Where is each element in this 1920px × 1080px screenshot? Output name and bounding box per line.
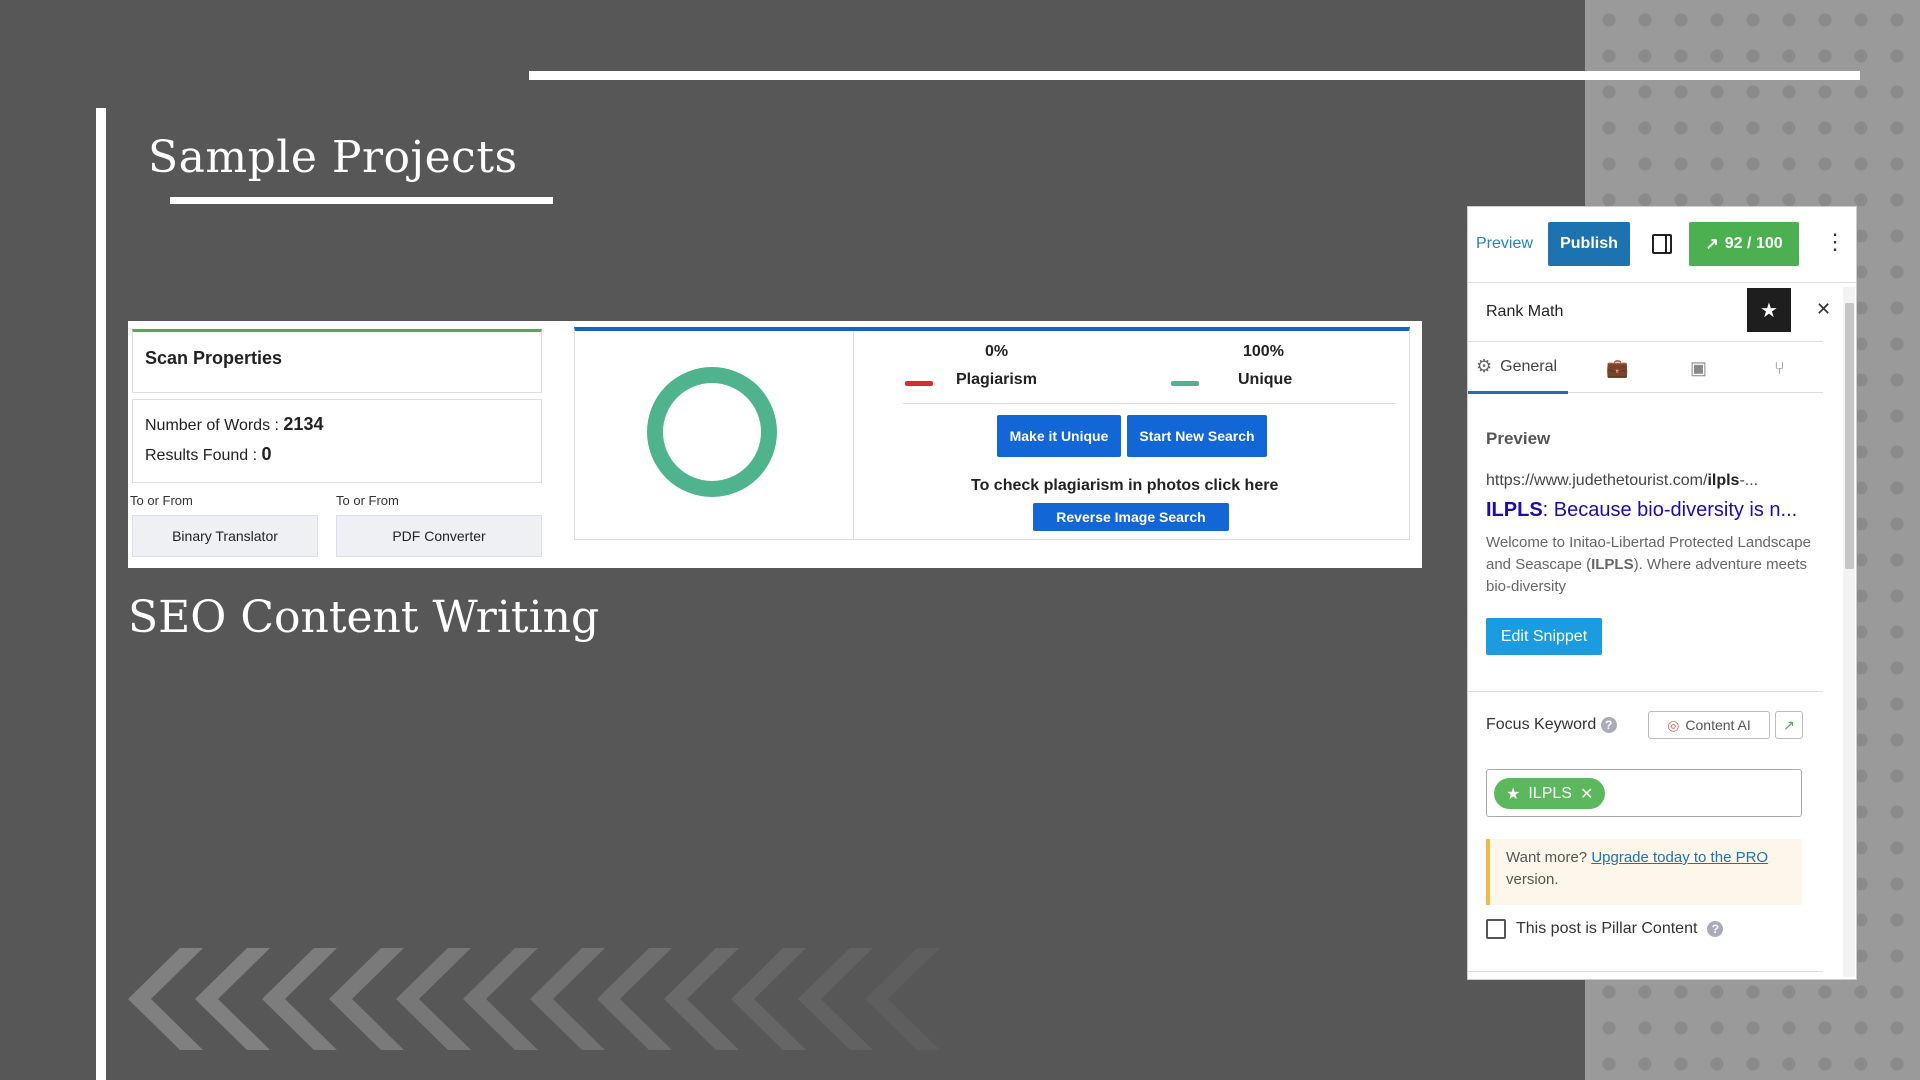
chevron-left-icon bbox=[731, 948, 806, 1050]
keyword-tag[interactable]: ★ ILPLS ✕ bbox=[1494, 778, 1606, 809]
content-ai-icon: ◎ bbox=[1667, 716, 1680, 733]
upgrade-pre-text: Want more? bbox=[1506, 849, 1592, 866]
focus-keyword-text: Focus Keyword bbox=[1486, 716, 1597, 733]
results-found: Results Found : 0 bbox=[145, 444, 272, 465]
star-icon[interactable]: ★ bbox=[1747, 288, 1791, 332]
snippet-title-rest: : Because bio-diversity is n... bbox=[1542, 499, 1798, 521]
results-value: 0 bbox=[261, 444, 272, 464]
snippet-title: ILPLS: Because bio-diversity is n... bbox=[1486, 499, 1797, 522]
chevron-left-icon bbox=[329, 948, 404, 1050]
upgrade-link[interactable]: Upgrade today to the PRO bbox=[1591, 849, 1768, 866]
help-icon[interactable]: ? bbox=[1600, 716, 1617, 733]
content-ai-label: Content AI bbox=[1685, 717, 1751, 733]
schema-icon[interactable]: ⑂ bbox=[1774, 342, 1785, 394]
preview-link[interactable]: Preview bbox=[1476, 235, 1533, 253]
edit-snippet-button[interactable]: Edit Snippet bbox=[1486, 618, 1602, 655]
focus-keyword-label: Focus Keyword ? bbox=[1486, 716, 1617, 734]
slide-subtitle: SEO Content Writing bbox=[128, 592, 600, 643]
tab-general-label: General bbox=[1500, 357, 1558, 375]
pdf-converter-button[interactable]: PDF Converter bbox=[336, 515, 542, 557]
editor-toolbar: Preview Publish ↗ 92 / 100 ⋮ bbox=[1468, 207, 1856, 283]
chevron-left-icon bbox=[195, 948, 270, 1050]
plagiarism-label: Plagiarism bbox=[956, 371, 1037, 388]
pillar-content-label: This post is Pillar Content bbox=[1516, 920, 1698, 937]
scan-properties-title: Scan Properties bbox=[145, 348, 283, 368]
left-accent-bar bbox=[96, 108, 106, 1080]
to-from-label-2: To or From bbox=[336, 493, 399, 508]
chevron-left-icon bbox=[664, 948, 739, 1050]
uniqueness-donut-chart bbox=[647, 367, 777, 497]
words-count: Number of Words : 2134 bbox=[145, 414, 323, 435]
preview-heading: Preview bbox=[1486, 429, 1551, 448]
desc-keyword: ILPLS bbox=[1591, 556, 1634, 573]
snippet-title-keyword: ILPLS bbox=[1486, 499, 1543, 521]
chevron-left-icon bbox=[865, 948, 940, 1050]
upgrade-notice: Want more? Upgrade today to the PRO vers… bbox=[1486, 839, 1802, 905]
scan-properties-box: Scan Properties bbox=[132, 329, 542, 393]
snippet-description: Welcome to Initao-Libertad Protected Lan… bbox=[1486, 532, 1811, 598]
reverse-image-search-button[interactable]: Reverse Image Search bbox=[1033, 503, 1229, 531]
keyword-tag-label: ILPLS bbox=[1528, 784, 1572, 802]
make-it-unique-button[interactable]: Make it Unique bbox=[997, 415, 1121, 457]
title-underline bbox=[170, 197, 553, 204]
panel-tabs: ⚙ General 💼 ▣ ⑂ bbox=[1468, 341, 1823, 394]
star-icon: ★ bbox=[1506, 785, 1521, 803]
chevron-left-icon bbox=[396, 948, 471, 1050]
url-slug: ilpls bbox=[1707, 472, 1740, 489]
publish-button[interactable]: Publish bbox=[1548, 222, 1630, 266]
section-divider bbox=[1468, 691, 1823, 692]
panel-title: Rank Math bbox=[1486, 303, 1564, 320]
unique-label: Unique bbox=[1238, 371, 1293, 388]
plagiarism-legend-swatch bbox=[905, 381, 933, 386]
plagiarism-percent: 0% bbox=[985, 343, 1009, 360]
results-divider bbox=[853, 331, 854, 540]
to-from-label-1: To or From bbox=[130, 493, 193, 508]
content-ai-button[interactable]: ◎ Content AI bbox=[1648, 711, 1770, 739]
pillar-content-checkbox[interactable] bbox=[1486, 919, 1506, 939]
chevron-left-icon bbox=[798, 948, 873, 1050]
unique-percent: 100% bbox=[1243, 343, 1284, 360]
trends-icon[interactable]: ↗ bbox=[1775, 711, 1803, 739]
plagiarism-scan-card: Scan Properties Number of Words : 2134 R… bbox=[128, 321, 1422, 568]
close-icon[interactable]: ✕ bbox=[1816, 299, 1831, 320]
chevron-left-icon bbox=[463, 948, 538, 1050]
slide-title: Sample Projects bbox=[148, 132, 518, 183]
words-value: 2134 bbox=[283, 414, 324, 434]
social-image-icon[interactable]: ▣ bbox=[1690, 342, 1707, 394]
remove-keyword-icon[interactable]: ✕ bbox=[1580, 784, 1593, 804]
start-new-search-button[interactable]: Start New Search bbox=[1127, 415, 1267, 457]
more-options-icon[interactable]: ⋮ bbox=[1824, 231, 1846, 253]
words-label: Number of Words : bbox=[145, 417, 279, 434]
sidebar-toggle-icon[interactable] bbox=[1652, 234, 1672, 254]
seo-score-value: 92 / 100 bbox=[1724, 235, 1783, 252]
briefcase-icon[interactable]: 💼 bbox=[1606, 342, 1628, 394]
seo-score-button[interactable]: ↗ 92 / 100 bbox=[1689, 222, 1799, 266]
upgrade-post-text: version. bbox=[1506, 871, 1559, 888]
trend-up-icon: ↗ bbox=[1705, 236, 1719, 253]
url-suffix: -... bbox=[1739, 472, 1759, 489]
snippet-url: https://www.judethetourist.com/ilpls-... bbox=[1486, 472, 1758, 490]
top-accent-line bbox=[529, 71, 1860, 80]
scrollbar-thumb[interactable] bbox=[1845, 303, 1854, 569]
scan-stats-box: Number of Words : 2134 Results Found : 0 bbox=[132, 399, 542, 483]
bottom-divider bbox=[1468, 971, 1823, 972]
tab-general[interactable]: ⚙ General bbox=[1468, 342, 1568, 394]
unique-legend-swatch bbox=[1171, 381, 1199, 386]
pillar-content-option: This post is Pillar Content ? bbox=[1486, 919, 1724, 939]
chevron-left-icon bbox=[530, 948, 605, 1050]
scan-results-box: 0% 100% Plagiarism Unique Make it Unique… bbox=[574, 327, 1410, 540]
rank-math-panel: Preview Publish ↗ 92 / 100 ⋮ Rank Math ★… bbox=[1467, 206, 1857, 980]
chevron-left-icon bbox=[597, 948, 672, 1050]
binary-translator-button[interactable]: Binary Translator bbox=[132, 515, 318, 557]
url-prefix: https://www.judethetourist.com/ bbox=[1486, 472, 1708, 489]
results-label: Results Found : bbox=[145, 447, 258, 464]
check-photos-text: To check plagiarism in photos click here bbox=[971, 477, 1279, 494]
help-icon[interactable]: ? bbox=[1707, 921, 1724, 937]
chevron-left-icon bbox=[128, 948, 203, 1050]
chevron-left-icon bbox=[262, 948, 337, 1050]
results-separator bbox=[903, 403, 1395, 404]
gear-icon: ⚙ bbox=[1476, 356, 1493, 376]
